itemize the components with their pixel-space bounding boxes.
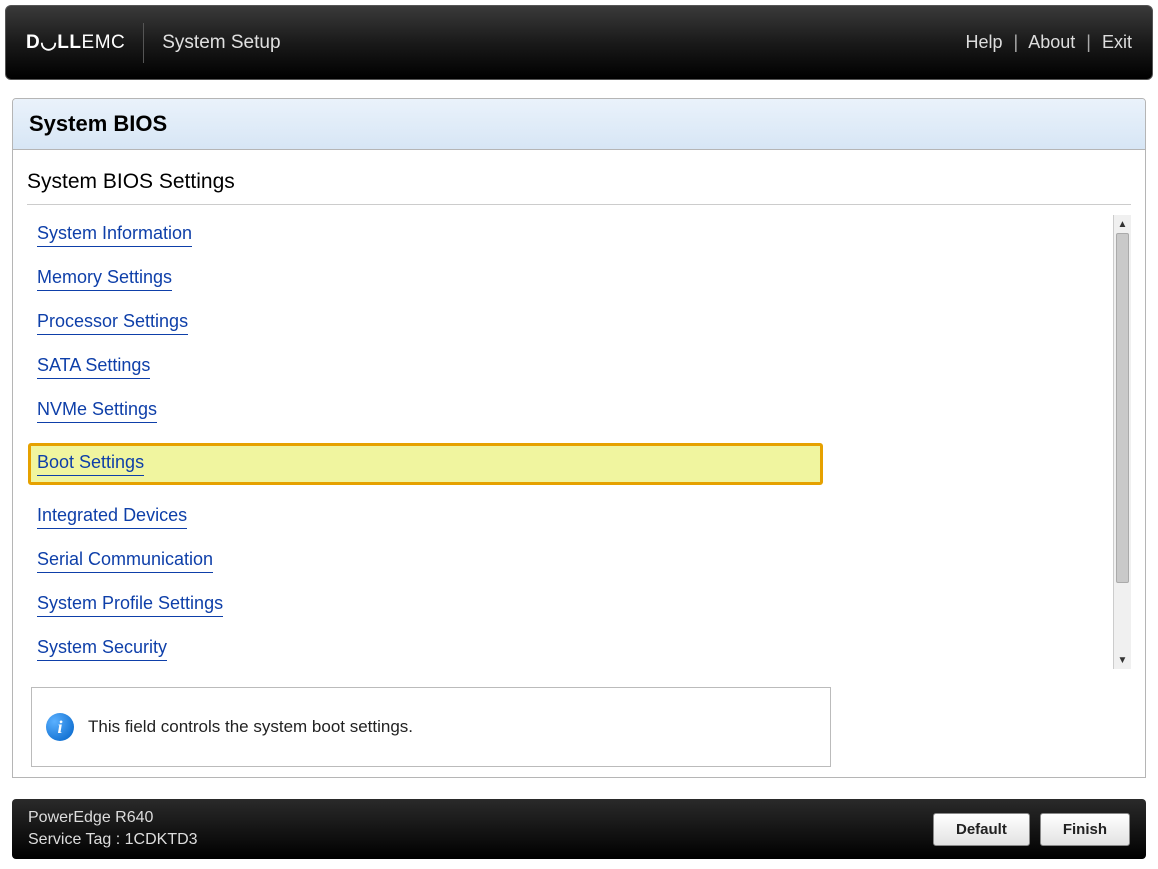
- scroll-up-button[interactable]: ▲: [1114, 215, 1131, 233]
- menu-link[interactable]: SATA Settings: [37, 355, 150, 379]
- logo-thin: EMC: [82, 32, 126, 54]
- scrollbar[interactable]: ▲ ▼: [1113, 215, 1131, 669]
- menu-item: Processor Settings: [37, 311, 1103, 335]
- info-panel: i This field controls the system boot se…: [31, 687, 831, 767]
- info-icon: i: [46, 713, 74, 741]
- scroll-down-button[interactable]: ▼: [1114, 651, 1131, 669]
- menu-link[interactable]: System Profile Settings: [37, 593, 223, 617]
- info-text: This field controls the system boot sett…: [88, 717, 413, 737]
- menu-item: System Security: [37, 637, 1103, 661]
- menu-link[interactable]: System Security: [37, 637, 167, 661]
- menu-item: System Information: [37, 223, 1103, 247]
- topbar: D◡LLEMC System Setup Help | About | Exit: [5, 5, 1153, 80]
- separator: |: [1014, 32, 1019, 52]
- menu-item: Integrated Devices: [37, 505, 1103, 529]
- menu-item: SATA Settings: [37, 355, 1103, 379]
- menu-list: System Information Memory Settings Process…: [37, 223, 1103, 661]
- about-link[interactable]: About: [1028, 32, 1075, 52]
- menu-link[interactable]: System Information: [37, 223, 192, 247]
- panel-title: System BIOS: [29, 111, 1129, 137]
- scroll-wrap: System Information Memory Settings Process…: [27, 215, 1131, 669]
- default-button[interactable]: Default: [933, 813, 1030, 846]
- footer-model: PowerEdge R640: [28, 807, 198, 829]
- menu-link[interactable]: Integrated Devices: [37, 505, 187, 529]
- topbar-links: Help | About | Exit: [965, 32, 1132, 53]
- menu-item: System Profile Settings: [37, 593, 1103, 617]
- menu-item: Boot Settings: [28, 443, 823, 485]
- dell-emc-logo: D◡LLEMC: [26, 23, 144, 63]
- service-tag-value: 1CDKTD3: [125, 831, 198, 848]
- help-link[interactable]: Help: [965, 32, 1002, 52]
- logo-bold: D◡LL: [26, 31, 82, 54]
- menu-link[interactable]: Memory Settings: [37, 267, 172, 291]
- panel-titlebar: System BIOS: [13, 99, 1145, 150]
- menu-link[interactable]: Serial Communication: [37, 549, 213, 573]
- scroll-thumb[interactable]: [1116, 233, 1129, 583]
- app-title: System Setup: [162, 32, 280, 54]
- separator: |: [1086, 32, 1091, 52]
- menu-scroll-area: System Information Memory Settings Process…: [27, 215, 1113, 669]
- content-panel: System BIOS System BIOS Settings System …: [12, 98, 1146, 778]
- finish-button[interactable]: Finish: [1040, 813, 1130, 846]
- footer-service-tag-row: Service Tag : 1CDKTD3: [28, 829, 198, 851]
- menu-link[interactable]: Boot Settings: [37, 452, 144, 476]
- menu-item: Serial Communication: [37, 549, 1103, 573]
- menu-item: NVMe Settings: [37, 399, 1103, 423]
- panel-body: System BIOS Settings System Information M…: [13, 150, 1145, 777]
- menu-item: Memory Settings: [37, 267, 1103, 291]
- footer-info: PowerEdge R640 Service Tag : 1CDKTD3: [28, 807, 198, 852]
- menu-link[interactable]: NVMe Settings: [37, 399, 157, 423]
- footer: PowerEdge R640 Service Tag : 1CDKTD3 Def…: [12, 799, 1146, 859]
- menu-link[interactable]: Processor Settings: [37, 311, 188, 335]
- exit-link[interactable]: Exit: [1102, 32, 1132, 52]
- panel-subtitle: System BIOS Settings: [27, 166, 1131, 205]
- service-tag-label: Service Tag :: [28, 831, 120, 848]
